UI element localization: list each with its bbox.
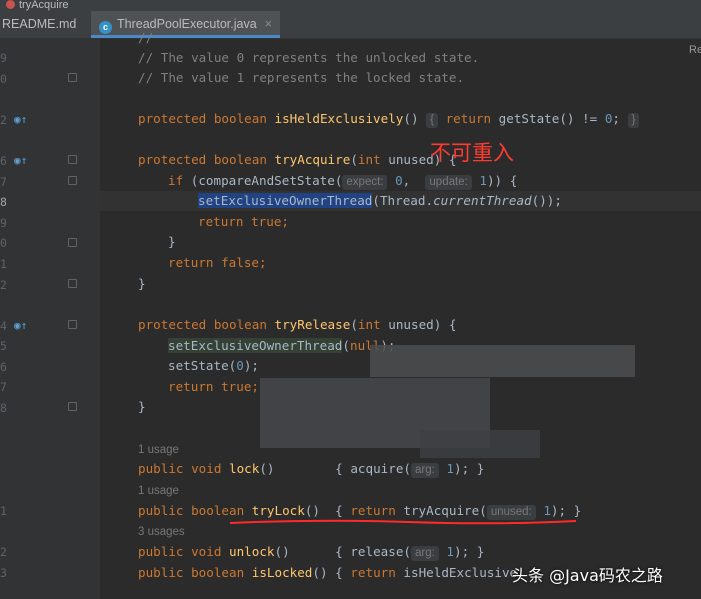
blurred-region [370, 345, 635, 377]
tab-readme[interactable]: README.md [2, 11, 76, 38]
param-hint: update: [425, 175, 472, 190]
line-number: 2 [0, 545, 7, 559]
line-number: 2 [0, 113, 7, 127]
line-number: 8 [0, 401, 7, 415]
line-number: 0 [0, 236, 7, 250]
line-gutter: 9 0 2 ◉↑ 6 ◉↑ 7 8 9 0 1 2 4 ◉↑ 5 6 7 8 1… [0, 38, 100, 599]
fold-marker-icon[interactable] [68, 155, 77, 164]
line-number: 7 [0, 175, 7, 189]
code-line[interactable]: // The value 0 represents the unlocked s… [100, 48, 701, 68]
fold-marker-icon[interactable] [68, 238, 77, 247]
line-number: 5 [0, 339, 7, 353]
selected-text: setExclusiveOwnerThread [198, 193, 373, 208]
override-icon[interactable]: ◉↑ [14, 319, 27, 332]
code-line-tryacquire[interactable]: protected boolean tryAcquire(int unused)… [100, 150, 701, 170]
override-icon[interactable]: ◉↑ [14, 154, 27, 167]
line-number: 6 [0, 154, 7, 168]
line-number: 1 [0, 504, 7, 518]
fold-marker-icon[interactable] [68, 73, 77, 82]
red-underline-annotation [229, 519, 577, 525]
code-line[interactable]: } [100, 274, 701, 294]
code-line[interactable]: return false; [100, 253, 701, 273]
code-line[interactable]: // [100, 28, 701, 48]
line-number: 3 [0, 566, 7, 580]
fold-marker-icon[interactable] [68, 279, 77, 288]
usage-highlight: setExclusiveOwnerThread [168, 338, 343, 353]
breadcrumb[interactable]: tryAcquire [0, 0, 701, 11]
line-number: 8 [0, 195, 7, 209]
code-line-current[interactable]: setExclusiveOwnerThread(Thread.currentTh… [100, 191, 701, 211]
override-icon[interactable]: ◉↑ [14, 113, 27, 126]
param-hint: expect: [342, 175, 388, 190]
usage-count-link[interactable]: 1 usage [138, 485, 179, 497]
line-number: 6 [0, 360, 7, 374]
annotation-text: 不可重入 [430, 141, 514, 165]
watermark: 头条 @Java码农之路 [512, 566, 663, 585]
usage-count-link[interactable]: 1 usage [138, 444, 179, 456]
line-number: 4 [0, 319, 7, 333]
code-line-unlock[interactable]: public void unlock() { release(arg: 1); … [100, 542, 701, 562]
line-number: 9 [0, 216, 7, 230]
code-line-isheldexclusively[interactable]: protected boolean isHeldExclusively() { … [100, 109, 701, 129]
line-number: 1 [0, 257, 7, 271]
code-line-lock[interactable]: public void lock() { acquire(arg: 1); } [100, 459, 701, 479]
blurred-region [420, 430, 540, 458]
code-line[interactable]: // The value 1 represents the locked sta… [100, 68, 701, 88]
line-number: 9 [0, 51, 7, 65]
code-line[interactable]: } [100, 232, 701, 252]
code-line-if[interactable]: if (compareAndSetState(expect: 0, update… [100, 171, 701, 191]
line-number: 7 [0, 380, 7, 394]
code-line[interactable]: return true; [100, 212, 701, 232]
code-line-tryrelease[interactable]: protected boolean tryRelease(int unused)… [100, 315, 701, 335]
fold-marker-icon[interactable] [68, 176, 77, 185]
line-number: 0 [0, 72, 7, 86]
fold-marker-icon[interactable] [68, 402, 77, 411]
line-number: 2 [0, 278, 7, 292]
fold-marker-icon[interactable] [68, 320, 77, 329]
usage-count-link[interactable]: 3 usages [138, 526, 185, 538]
method-icon [6, 0, 15, 9]
